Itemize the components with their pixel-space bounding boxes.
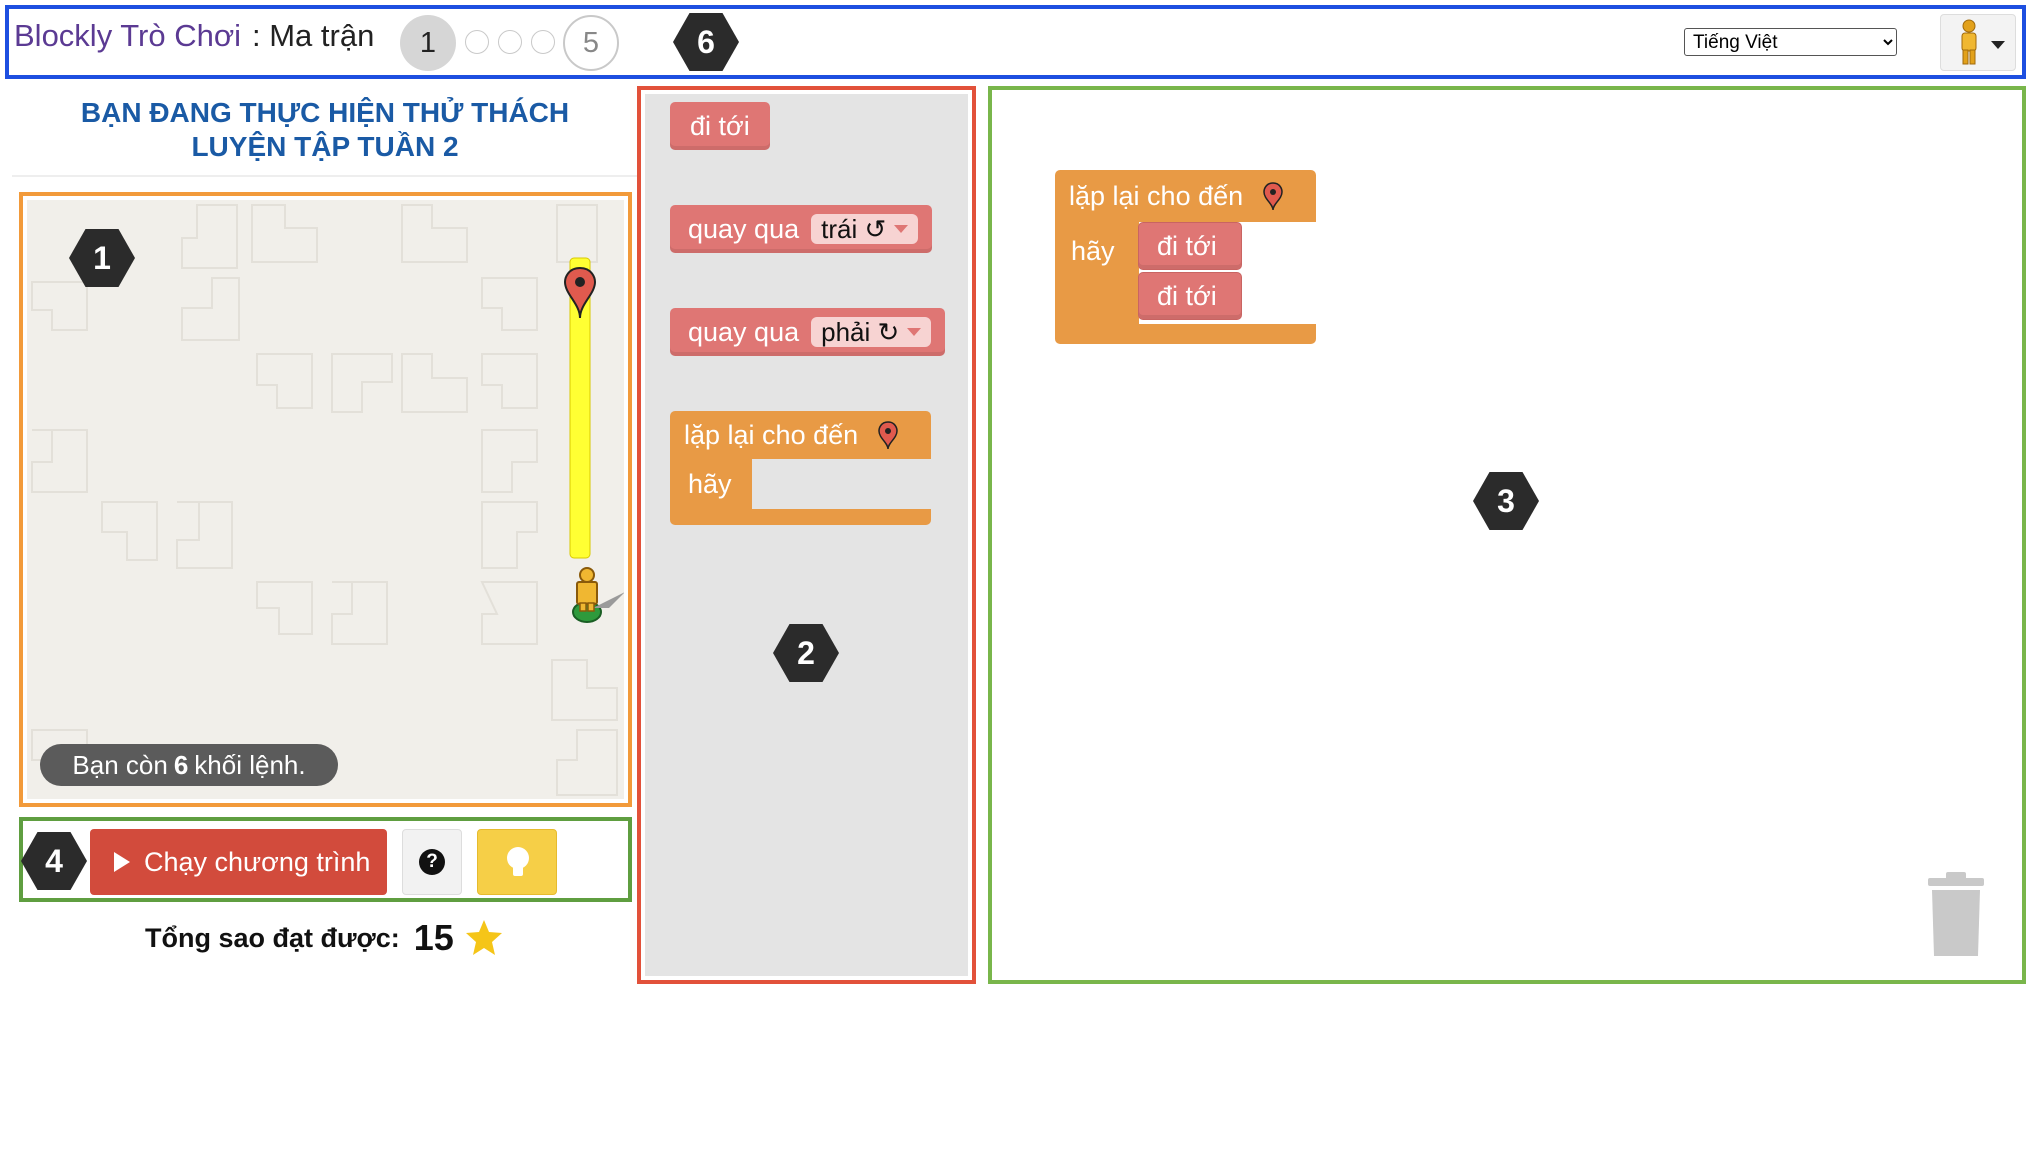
level-title: : Ma trận [252,18,375,53]
pegman-icon [572,567,624,623]
app-title[interactable]: Blockly Trò Chơi [14,18,241,54]
total-stars: Tổng sao đạt được: 15 [145,914,504,962]
chevron-down-icon [894,225,909,233]
pegman-icon [1961,19,2005,65]
star-icon [465,920,502,955]
divider [12,175,638,177]
block-repeat-until[interactable]: lặp lại cho đến hãy [670,411,931,525]
level-current-button[interactable]: 1 [400,15,456,71]
block-move-forward[interactable]: đi tới [670,102,770,150]
help-button[interactable]: ? [402,829,462,895]
challenge-title: BẠN ĐANG THỰC HIỆN THỬ THÁCH LUYỆN TẬP T… [80,97,570,162]
lightbulb-icon [507,847,529,876]
block-turn-left[interactable]: quay qua trái ↺ [670,205,933,253]
run-program-button[interactable]: Chạy chương trình [90,829,387,895]
level-dot[interactable] [465,30,489,54]
trash-icon[interactable] [1926,872,1986,958]
turn-direction-dropdown[interactable]: phải ↻ [811,317,932,347]
turn-direction-dropdown[interactable]: trái ↺ [811,214,919,244]
chevron-down-icon [1991,41,2005,49]
level-dot[interactable] [498,30,522,54]
block-turn-right[interactable]: quay qua phải ↻ [670,308,946,356]
workspace-move-forward[interactable]: đi tới [1138,222,1242,270]
maze-map [31,204,624,796]
chevron-down-icon [907,328,922,336]
stars-label: Tổng sao đạt được: [145,922,400,953]
marker-pin-icon [878,421,898,450]
pegman-menu-button[interactable] [1940,14,2016,71]
level-last-button[interactable]: 5 [563,15,619,71]
help-icon: ? [419,849,445,875]
stars-count: 15 [413,917,454,958]
marker-pin-icon [1263,182,1283,211]
maze-canvas [27,200,624,799]
blocks-remaining-badge: Bạn còn 6 khối lệnh. [40,744,338,786]
hint-button[interactable] [477,829,557,895]
workspace-move-forward[interactable]: đi tới [1138,272,1242,320]
language-select[interactable]: Tiếng Việt [1684,28,1897,56]
play-icon [114,852,130,872]
level-dot[interactable] [531,30,555,54]
